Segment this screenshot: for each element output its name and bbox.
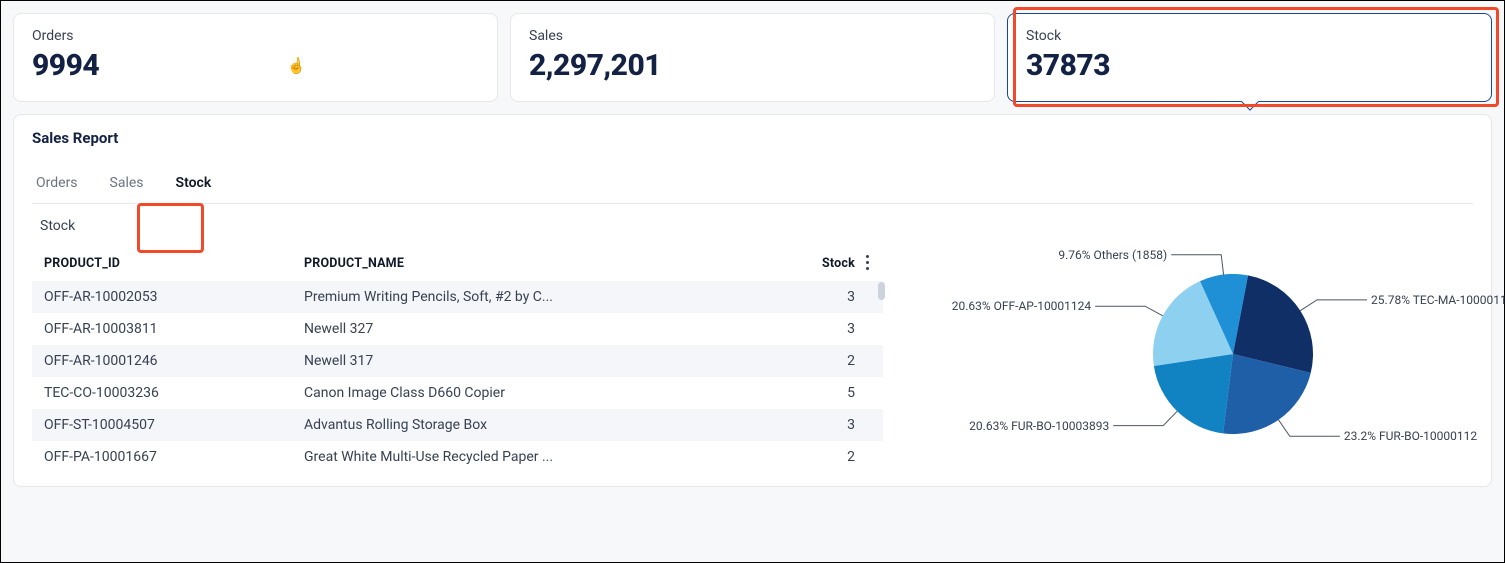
- cell-product-name: Great White Multi-Use Recycled Paper ...: [292, 441, 803, 473]
- summary-value-stock: 37873: [1026, 48, 1473, 83]
- table-scrollbar[interactable]: [878, 282, 885, 300]
- cell-stock: 2: [803, 441, 883, 473]
- col-header-name[interactable]: PRODUCT_NAME: [292, 246, 803, 281]
- tab-orders[interactable]: Orders: [32, 165, 82, 203]
- summary-value-orders: 9994: [32, 48, 479, 83]
- cell-product-id: OFF-AR-10002053: [32, 281, 292, 313]
- table-row[interactable]: OFF-ST-10004507Advantus Rolling Storage …: [32, 409, 883, 441]
- tab-stock[interactable]: Stock: [172, 165, 216, 203]
- summary-row: Orders 9994 Sales 2,297,201 Stock 37873: [1, 1, 1504, 114]
- stock-table-wrap: PRODUCT_ID PRODUCT_NAME Stock OFF-AR-100…: [32, 246, 883, 476]
- stock-table: PRODUCT_ID PRODUCT_NAME Stock OFF-AR-100…: [32, 246, 883, 473]
- cell-product-id: OFF-AR-10003811: [32, 313, 292, 345]
- cell-product-name: Newell 317: [292, 345, 803, 377]
- cell-stock: 2: [803, 345, 883, 377]
- table-row[interactable]: TEC-CO-10003236Canon Image Class D660 Co…: [32, 377, 883, 409]
- summary-card-stock[interactable]: Stock 37873: [1007, 13, 1492, 102]
- summary-label-stock: Stock: [1026, 28, 1473, 44]
- sales-report-panel: Sales Report Orders Sales Stock Stock PR…: [13, 114, 1492, 487]
- cell-product-name: Premium Writing Pencils, Soft, #2 by C..…: [292, 281, 803, 313]
- cell-product-name: Canon Image Class D660 Copier: [292, 377, 803, 409]
- tabs-bar: Orders Sales Stock: [32, 165, 1473, 204]
- col-header-id[interactable]: PRODUCT_ID: [32, 246, 292, 281]
- cell-stock: 3: [803, 409, 883, 441]
- cell-stock: 3: [803, 313, 883, 345]
- summary-card-sales[interactable]: Sales 2,297,201: [510, 13, 995, 102]
- table-menu-button[interactable]: [857, 250, 877, 274]
- pie-label: 20.63% OFF-AP-10001124: [952, 299, 1091, 313]
- tab-sales[interactable]: Sales: [106, 165, 148, 203]
- pie-label: 9.76% Others (1858): [1058, 248, 1167, 262]
- pie-label: 25.78% TEC-MA-10000112: [1371, 293, 1505, 307]
- pie-label: 20.63% FUR-BO-10003893: [969, 419, 1109, 433]
- cell-product-id: TEC-CO-10003236: [32, 377, 292, 409]
- cell-stock: 3: [803, 281, 883, 313]
- summary-label-orders: Orders: [32, 28, 479, 44]
- cell-product-id: OFF-PA-10001667: [32, 441, 292, 473]
- cell-stock: 5: [803, 377, 883, 409]
- content-row: PRODUCT_ID PRODUCT_NAME Stock OFF-AR-100…: [32, 246, 1473, 476]
- table-row[interactable]: OFF-AR-10002053Premium Writing Pencils, …: [32, 281, 883, 313]
- pie-label: 23.2% FUR-BO-10000112: [1344, 429, 1477, 443]
- summary-card-orders[interactable]: Orders 9994: [13, 13, 498, 102]
- stock-pie-chart: 25.78% TEC-MA-1000011223.2% FUR-BO-10000…: [913, 246, 1473, 476]
- section-label-stock: Stock: [40, 218, 1473, 234]
- cell-product-name: Advantus Rolling Storage Box: [292, 409, 803, 441]
- cell-product-id: OFF-AR-10001246: [32, 345, 292, 377]
- summary-label-sales: Sales: [529, 28, 976, 44]
- report-title: Sales Report: [32, 129, 1473, 147]
- table-row[interactable]: OFF-PA-10001667Great White Multi-Use Rec…: [32, 441, 883, 473]
- cell-product-name: Newell 327: [292, 313, 803, 345]
- table-row[interactable]: OFF-AR-10001246Newell 3172: [32, 345, 883, 377]
- cell-product-id: OFF-ST-10004507: [32, 409, 292, 441]
- summary-value-sales: 2,297,201: [529, 48, 976, 83]
- table-row[interactable]: OFF-AR-10003811Newell 3273: [32, 313, 883, 345]
